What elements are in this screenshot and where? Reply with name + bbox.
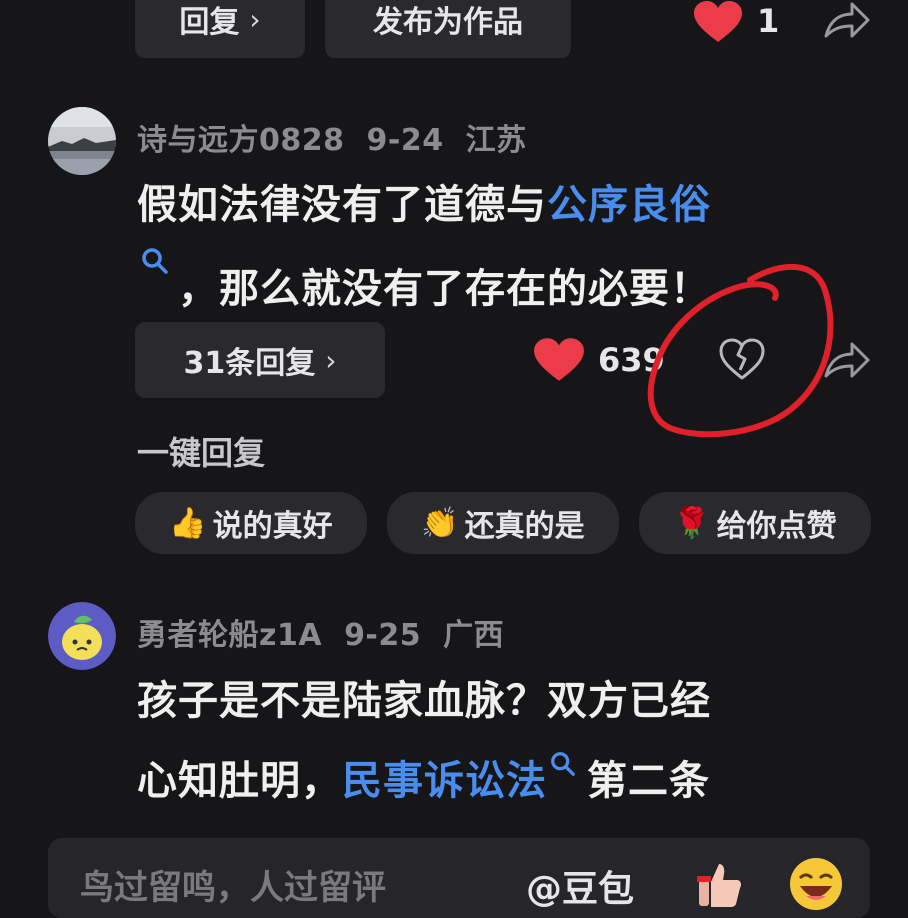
law-link[interactable]: 民事诉讼法 (342, 758, 547, 804)
publish-as-work-button[interactable]: 发布为作品 (325, 0, 571, 58)
view-replies-button[interactable]: 31条回复 › (135, 322, 385, 398)
rose-icon: 🌹 (673, 505, 711, 541)
clapping-hands-icon: 👏 (421, 505, 459, 541)
comment-location: 广西 (443, 618, 505, 653)
laughing-emoji-icon[interactable] (788, 856, 844, 912)
comment-text-line2: 心知肚明，民事诉讼法 第二条 (137, 748, 710, 806)
like-count: 1 (757, 2, 780, 40)
quick-reply-label: 还真的是 (464, 509, 585, 544)
chevron-right-icon: › (249, 2, 261, 36)
quick-reply-option[interactable]: 🌹 给你点赞 (639, 492, 871, 554)
username[interactable]: 诗与远方0828 (137, 123, 345, 158)
comment-text-line1: 假如法律没有了道德与公序良俗 (137, 172, 711, 230)
share-icon[interactable] (822, 0, 870, 42)
comment-input-bar[interactable]: 鸟过留鸣，人过留评 @豆包 (48, 838, 870, 918)
publish-as-work-label: 发布为作品 (373, 5, 523, 40)
comment-text: 假如法律没有了道德与 (137, 182, 547, 228)
mention-button[interactable]: @豆包 (526, 860, 634, 912)
search-icon[interactable] (549, 750, 577, 778)
quick-reply-option[interactable]: 👍 说的真好 (135, 492, 367, 554)
avatar[interactable] (48, 107, 116, 175)
comment-text: 心知肚明， (137, 758, 342, 804)
reply-button[interactable]: 回复 › (135, 0, 305, 58)
comment-location: 江苏 (465, 123, 527, 158)
quick-reply-label: 给你点赞 (716, 509, 837, 544)
avatar-image (48, 602, 116, 670)
comment-text-line2: ，那么就没有了存在的必要！ (178, 266, 711, 312)
reply-button-label: 回复 (179, 5, 240, 40)
annotation-circle (647, 263, 834, 438)
comment-text: 第二条 (587, 758, 710, 804)
quick-reply-label: 说的真好 (212, 509, 333, 544)
topic-link[interactable]: 公序良俗 (547, 182, 711, 228)
avatar-image (48, 107, 116, 175)
username[interactable]: 勇者轮船z1A (137, 618, 322, 653)
comment-text-line1: 孩子是不是陆家血脉？双方已经 (137, 678, 711, 724)
quick-reply-title: 一键回复 (137, 434, 266, 472)
search-icon[interactable] (140, 246, 170, 276)
thumbs-up-sticker-icon[interactable] (693, 858, 745, 910)
chevron-right-icon: › (325, 343, 337, 377)
view-replies-label: 31条回复 (183, 346, 316, 381)
comment-meta: 诗与远方0828 9-24 江苏 (137, 115, 549, 159)
like-heart-icon[interactable] (692, 0, 744, 44)
comment-meta: 勇者轮船z1A 9-25 广西 (137, 610, 526, 654)
avatar[interactable] (48, 602, 116, 670)
comment-date: 9-24 (366, 123, 444, 158)
like-heart-icon[interactable] (532, 337, 586, 383)
thumbs-up-icon: 👍 (169, 505, 207, 541)
quick-reply-option[interactable]: 👏 还真的是 (387, 492, 619, 554)
comment-date: 9-25 (344, 618, 422, 653)
